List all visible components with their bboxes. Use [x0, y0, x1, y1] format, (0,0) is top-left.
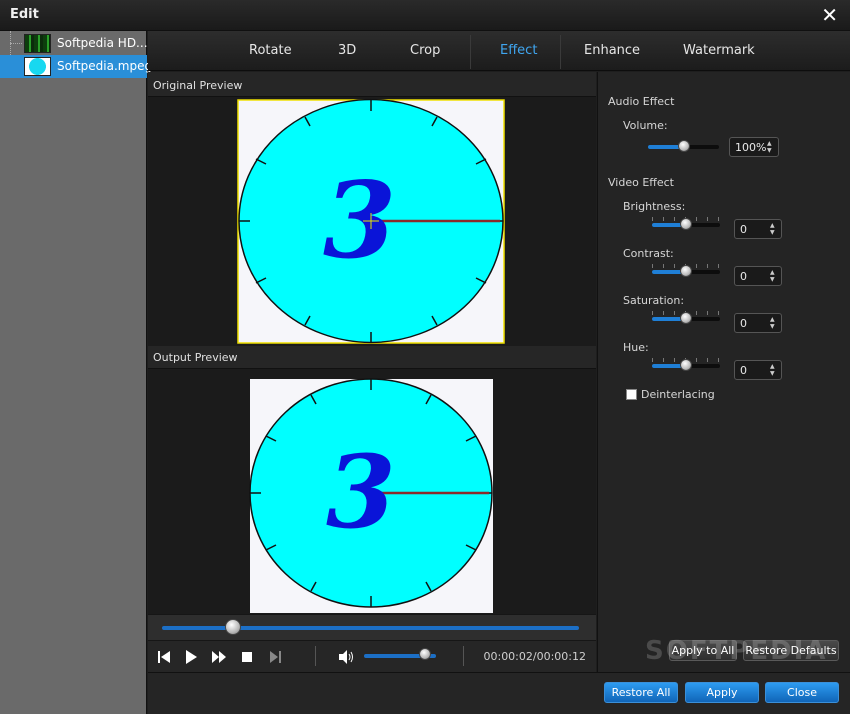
tab-watermark[interactable]: Watermark: [683, 43, 755, 58]
original-preview-label: Original Preview: [153, 79, 243, 92]
brightness-slider[interactable]: [652, 217, 720, 233]
window-title: Edit: [10, 7, 39, 22]
brightness-spinbox[interactable]: 0 ▲ ▼: [734, 219, 782, 239]
playback-controls: 00:00:02/00:00:12: [148, 640, 596, 672]
tab-3d[interactable]: 3D: [338, 43, 356, 58]
hue-slider-handle[interactable]: [680, 359, 692, 371]
deinterlacing-checkbox[interactable]: [626, 389, 637, 400]
saturation-label: Saturation:: [623, 294, 685, 307]
file-name: Softpedia.mpeg: [57, 59, 153, 73]
output-preview: 3: [148, 368, 596, 614]
dialog-footer: Restore All Apply Close: [148, 672, 850, 714]
volume-label: Volume:: [623, 119, 668, 132]
tab-rotate[interactable]: Rotate: [249, 43, 292, 58]
tab-divider: [560, 35, 561, 69]
previous-icon[interactable]: [156, 649, 172, 665]
volume-slider-handle[interactable]: [677, 140, 690, 152]
preview-area: Original Preview 3 Output Preview 3: [148, 72, 596, 614]
deinterlacing-label: Deinterlacing: [641, 388, 715, 401]
file-item-softpedia-hd[interactable]: Softpedia HD....: [0, 32, 151, 55]
volume-handle[interactable]: [419, 648, 432, 660]
original-preview: 3: [148, 96, 596, 346]
spin-down-icon[interactable]: ▼: [767, 148, 775, 154]
fast-forward-icon[interactable]: [211, 649, 227, 665]
contrast-spinbox[interactable]: 0 ▲ ▼: [734, 266, 782, 286]
timecode: 00:00:02/00:00:12: [483, 650, 586, 663]
video-thumbnail: [24, 34, 51, 53]
saturation-slider-handle[interactable]: [680, 312, 692, 324]
apply-button[interactable]: Apply: [685, 682, 759, 703]
spin-down-icon[interactable]: ▼: [770, 277, 778, 283]
output-preview-label: Output Preview: [153, 351, 238, 364]
stop-icon[interactable]: [239, 649, 255, 665]
contrast-label: Contrast:: [623, 247, 674, 260]
video-thumbnail: [24, 57, 51, 76]
play-icon[interactable]: [183, 649, 199, 665]
close-icon[interactable]: ✕: [821, 4, 838, 26]
close-button[interactable]: Close: [765, 682, 839, 703]
file-item-softpedia-mpeg[interactable]: Softpedia.mpeg: [0, 55, 152, 78]
brightness-label: Brightness:: [623, 200, 686, 213]
tab-crop[interactable]: Crop: [410, 43, 440, 58]
volume-icon[interactable]: [338, 649, 354, 665]
file-name: Softpedia HD....: [57, 36, 152, 50]
controls-divider: [463, 646, 464, 666]
spin-down-icon[interactable]: ▼: [770, 371, 778, 377]
edit-tabs: Rotate 3D Crop Effect Enhance Watermark: [148, 31, 850, 71]
tab-enhance[interactable]: Enhance: [584, 43, 640, 58]
file-list: Softpedia HD.... Softpedia.mpeg: [0, 31, 152, 714]
contrast-slider[interactable]: [652, 264, 720, 280]
spin-down-icon[interactable]: ▼: [770, 324, 778, 330]
contrast-slider-handle[interactable]: [680, 265, 692, 277]
volume-slider[interactable]: [648, 139, 719, 155]
video-effect-heading: Video Effect: [608, 176, 674, 189]
effects-panel: Audio Effect Volume: 100% ▲ ▼ Video Effe…: [597, 72, 850, 672]
tab-effect[interactable]: Effect: [500, 43, 537, 58]
volume-spinbox[interactable]: 100% ▲ ▼: [729, 137, 779, 157]
original-clock-image: 3: [237, 98, 505, 344]
seek-bar[interactable]: [148, 614, 596, 640]
hue-label: Hue:: [623, 341, 649, 354]
clock-digit: 3: [326, 433, 396, 551]
title-bar: Edit ✕: [0, 0, 850, 31]
controls-divider: [315, 646, 316, 666]
clock-digit: 3: [323, 158, 396, 282]
tab-divider: [470, 35, 471, 69]
hue-spinbox[interactable]: 0 ▲ ▼: [734, 360, 782, 380]
seek-handle[interactable]: [224, 619, 241, 635]
next-frame-icon[interactable]: [267, 649, 283, 665]
hue-slider[interactable]: [652, 358, 720, 374]
brightness-slider-handle[interactable]: [680, 218, 692, 230]
saturation-slider[interactable]: [652, 311, 720, 327]
restore-all-button[interactable]: Restore All: [604, 682, 678, 703]
audio-effect-heading: Audio Effect: [608, 95, 675, 108]
spin-down-icon[interactable]: ▼: [770, 230, 778, 236]
softpedia-watermark: SOFTPEDIA: [645, 636, 828, 666]
saturation-spinbox[interactable]: 0 ▲ ▼: [734, 313, 782, 333]
output-clock-image: 3: [249, 378, 493, 613]
